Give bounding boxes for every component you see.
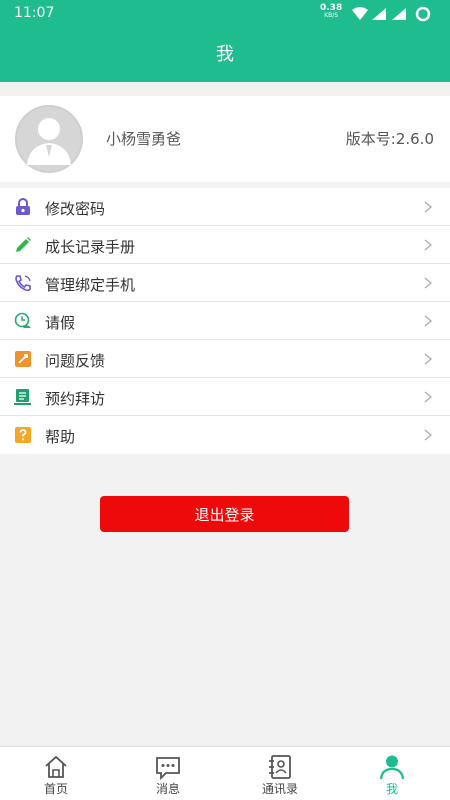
- phone-icon: [15, 275, 31, 292]
- chevron-right-icon: [424, 353, 432, 365]
- profile-card[interactable]: 小杨雪勇爸 版本号:2.6.0: [0, 96, 450, 182]
- chevron-right-icon: [424, 429, 432, 441]
- avatar[interactable]: [15, 105, 83, 173]
- tab-label: 消息: [155, 782, 180, 796]
- tab-messages[interactable]: 消息: [112, 747, 224, 800]
- lock-icon: [16, 198, 30, 215]
- menu-item-label: 管理绑定手机: [45, 276, 136, 294]
- menu-item-label: 问题反馈: [45, 352, 106, 370]
- home-icon: [45, 755, 67, 778]
- network-speed-value: 0.38: [320, 3, 343, 13]
- tab-label: 首页: [43, 782, 68, 796]
- status-time: 11:07: [14, 5, 55, 21]
- logout-button[interactable]: 退出登录: [100, 496, 349, 532]
- leave-request-icon: [14, 312, 31, 328]
- tab-label: 通讯录: [261, 782, 298, 796]
- me-icon: [379, 755, 405, 780]
- menu-item-help[interactable]: 帮助: [0, 416, 450, 454]
- chevron-right-icon: [424, 239, 432, 251]
- tab-label: 我: [385, 782, 398, 796]
- tab-home[interactable]: 首页: [0, 747, 112, 800]
- menu-item-change-password[interactable]: 修改密码: [0, 188, 450, 226]
- chevron-right-icon: [424, 201, 432, 213]
- menu-item-feedback[interactable]: 问题反馈: [0, 340, 450, 378]
- feedback-icon: [15, 351, 31, 367]
- wifi-icon: [352, 7, 368, 20]
- chevron-right-icon: [424, 391, 432, 403]
- battery-icon: [415, 6, 431, 22]
- status-bar: 11:07 0.38 KB/S: [0, 0, 450, 28]
- settings-menu: 修改密码 成长记录手册 管理绑定手机 请假 问题反馈 预约拜访 帮助: [0, 188, 450, 454]
- version-label: 版本号:2.6.0: [345, 130, 434, 148]
- tab-me[interactable]: 我: [336, 747, 448, 800]
- contacts-icon: [269, 755, 291, 779]
- username: 小杨雪勇爸: [106, 130, 182, 148]
- signal-icon-2: [392, 8, 406, 20]
- menu-item-label: 修改密码: [45, 200, 106, 218]
- signal-icon: [372, 8, 386, 20]
- network-speed-unit: KB/S: [324, 12, 339, 19]
- menu-item-manage-phone[interactable]: 管理绑定手机: [0, 264, 450, 302]
- menu-item-label: 帮助: [45, 428, 76, 446]
- menu-item-appointment[interactable]: 预约拜访: [0, 378, 450, 416]
- menu-item-growth-record[interactable]: 成长记录手册: [0, 226, 450, 264]
- menu-item-label: 预约拜访: [45, 390, 106, 408]
- help-icon: [15, 427, 31, 443]
- chevron-right-icon: [424, 277, 432, 289]
- message-icon: [156, 757, 180, 781]
- default-avatar-icon: [15, 105, 83, 173]
- pencil-icon: [16, 237, 31, 252]
- menu-item-label: 成长记录手册: [45, 238, 136, 256]
- page-title: 我: [0, 28, 450, 82]
- appointment-icon: [14, 389, 31, 405]
- menu-item-label: 请假: [45, 314, 76, 332]
- bottom-tab-bar: 首页 消息 通讯录 我: [0, 746, 450, 800]
- chevron-right-icon: [424, 315, 432, 327]
- menu-item-leave-request[interactable]: 请假: [0, 302, 450, 340]
- tab-contacts[interactable]: 通讯录: [224, 747, 336, 800]
- network-speed: 0.38 KB/S: [320, 4, 342, 20]
- status-icons: [352, 6, 431, 22]
